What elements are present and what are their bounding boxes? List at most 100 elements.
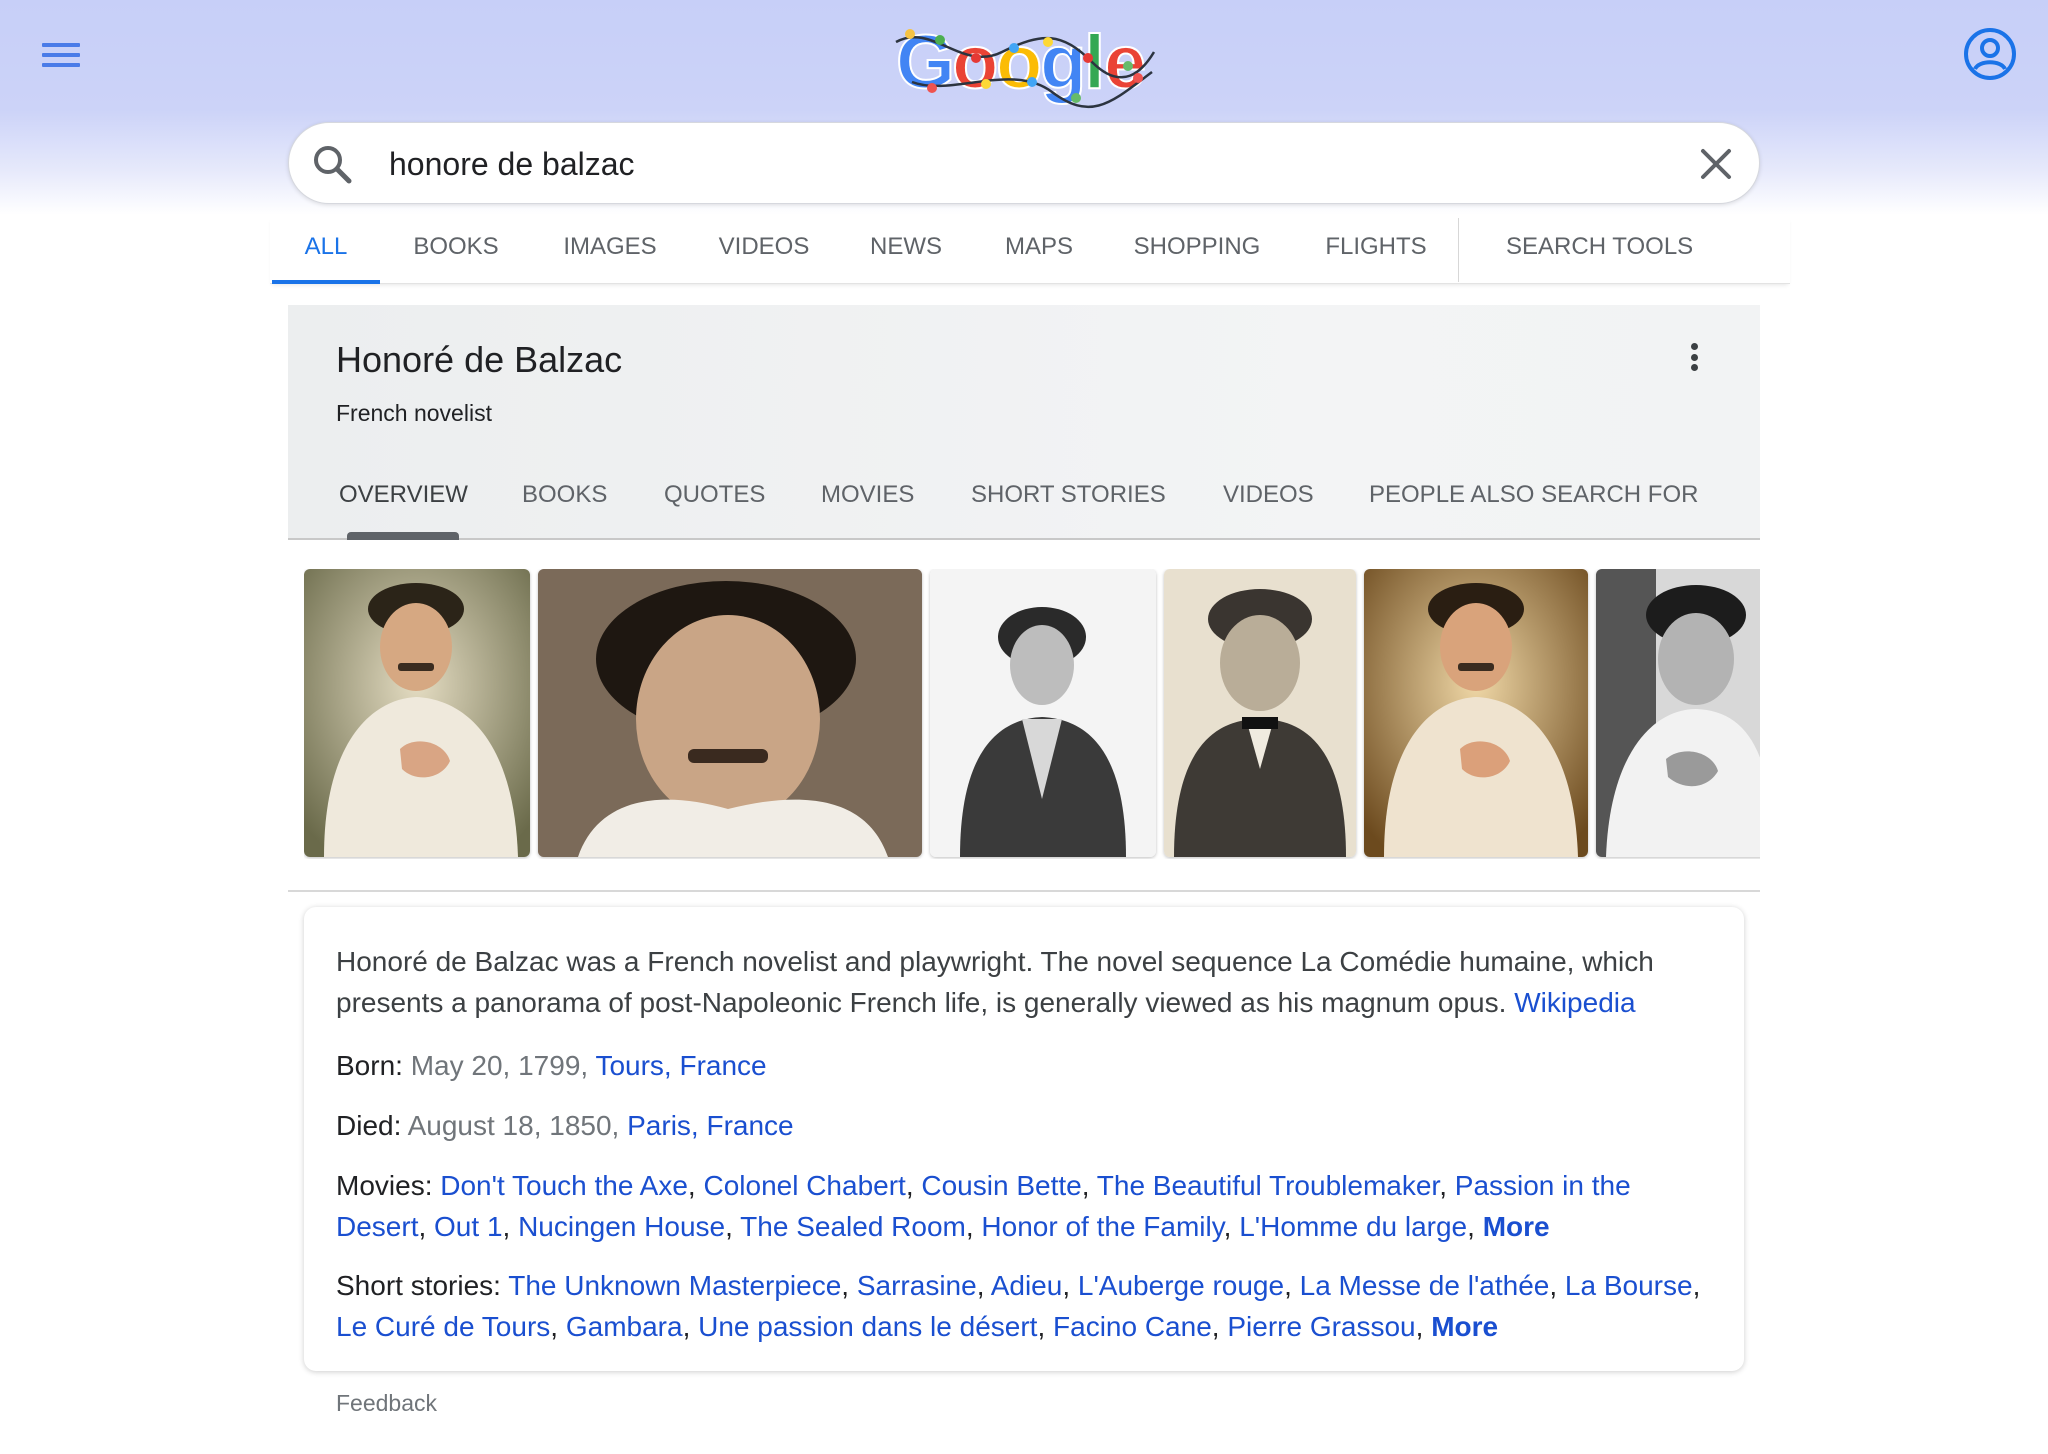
search-icon[interactable] xyxy=(309,141,355,187)
feedback-link[interactable]: Feedback xyxy=(336,1390,437,1417)
portrait-image-4[interactable] xyxy=(1164,569,1356,857)
tab-books[interactable]: BOOKS xyxy=(410,216,502,284)
kp-tab-people-also-search-for[interactable]: PEOPLE ALSO SEARCH FOR xyxy=(1369,481,1698,509)
list-separator: , xyxy=(965,1211,974,1242)
list-separator: , xyxy=(418,1211,427,1242)
died-place-link[interactable]: Paris, France xyxy=(627,1110,794,1141)
short-story-link[interactable]: Le Curé de Tours xyxy=(336,1311,550,1342)
portrait-image-3[interactable] xyxy=(930,569,1156,857)
list-separator: , xyxy=(1062,1270,1071,1301)
list-separator: , xyxy=(905,1170,914,1201)
movie-link[interactable]: Colonel Chabert xyxy=(703,1170,905,1201)
short-stories-list: The Unknown Masterpiece, Sarrasine, Adie… xyxy=(336,1270,1700,1342)
short-story-link[interactable]: Sarrasine xyxy=(857,1270,977,1301)
tab-all[interactable]: ALL xyxy=(272,216,380,284)
kp-tab-movies[interactable]: MOVIES xyxy=(821,481,914,509)
born-label: Born: xyxy=(336,1050,403,1081)
movie-link[interactable]: Cousin Bette xyxy=(921,1170,1081,1201)
portrait-image-1[interactable] xyxy=(304,569,530,857)
section-divider xyxy=(288,890,1760,892)
list-separator: , xyxy=(687,1170,696,1201)
portrait-image-5[interactable] xyxy=(1364,569,1588,857)
list-separator: , xyxy=(725,1211,733,1242)
svg-text:G: G xyxy=(896,20,955,105)
kp-tab-quotes[interactable]: QUOTES xyxy=(664,481,765,509)
tab-videos[interactable]: VIDEOS xyxy=(716,216,812,284)
knowledge-panel-header: Honoré de Balzac French novelist OVERVIE… xyxy=(288,305,1760,540)
tab-images[interactable]: IMAGES xyxy=(560,216,660,284)
short-story-link[interactable]: Adieu xyxy=(991,1270,1063,1301)
movie-link[interactable]: The Beautiful Troublemaker xyxy=(1097,1170,1439,1201)
svg-text:o: o xyxy=(996,20,1042,105)
kp-tab-videos[interactable]: VIDEOS xyxy=(1223,481,1314,509)
more-options-icon[interactable] xyxy=(1682,343,1706,377)
entity-subtitle: French novelist xyxy=(336,400,492,426)
entity-info-card: Honoré de Balzac was a French novelist a… xyxy=(304,907,1744,1371)
account-icon[interactable] xyxy=(1962,26,2018,82)
movies-fact: Movies: Don't Touch the Axe, Colonel Cha… xyxy=(336,1165,1726,1247)
died-label: Died: xyxy=(336,1110,402,1141)
short-stories-fact: Short stories: The Unknown Masterpiece, … xyxy=(336,1265,1726,1347)
portrait-image-6[interactable] xyxy=(1596,569,1760,857)
born-fact: Born: May 20, 1799, Tours, France xyxy=(336,1045,1726,1086)
movie-link[interactable]: L'Homme du large xyxy=(1239,1211,1467,1242)
short-story-link[interactable]: The Unknown Masterpiece xyxy=(508,1270,841,1301)
short-story-link[interactable]: Une passion dans le désert xyxy=(698,1311,1037,1342)
tab-search-tools[interactable]: SEARCH TOOLS xyxy=(1506,216,1693,284)
list-separator: , xyxy=(1549,1270,1558,1301)
list-separator: , xyxy=(1081,1170,1090,1201)
tab-news[interactable]: NEWS xyxy=(866,216,946,284)
list-separator: , xyxy=(976,1270,985,1301)
movie-link[interactable]: Honor of the Family xyxy=(981,1211,1223,1242)
kp-tab-books[interactable]: BOOKS xyxy=(522,481,607,509)
tab-flights[interactable]: FLIGHTS xyxy=(1324,216,1428,284)
movie-link[interactable]: The Sealed Room xyxy=(740,1211,966,1242)
movies-label: Movies: xyxy=(336,1170,433,1201)
short-stories-label: Short stories: xyxy=(336,1270,501,1301)
list-separator: , xyxy=(1223,1211,1232,1242)
list-separator: , xyxy=(841,1270,850,1301)
kp-tab-overview[interactable]: OVERVIEW xyxy=(339,481,468,509)
born-date: May 20, 1799, xyxy=(410,1050,589,1081)
list-separator: , xyxy=(1037,1311,1046,1342)
movie-link[interactable]: Don't Touch the Axe xyxy=(440,1170,688,1201)
movie-more-link[interactable]: More xyxy=(1483,1211,1550,1242)
tab-shopping[interactable]: SHOPPING xyxy=(1132,216,1262,284)
list-separator: , xyxy=(502,1211,511,1242)
kp-tab-short-stories[interactable]: SHORT STORIES xyxy=(971,481,1166,509)
wikipedia-link[interactable]: Wikipedia xyxy=(1514,987,1635,1018)
hamburger-menu-icon[interactable] xyxy=(36,38,84,74)
movie-link[interactable]: Out 1 xyxy=(434,1211,502,1242)
tabs-divider xyxy=(1458,218,1459,282)
image-carousel[interactable] xyxy=(304,569,1760,859)
list-separator: , xyxy=(550,1311,559,1342)
movies-list: Don't Touch the Axe, Colonel Chabert, Co… xyxy=(336,1170,1631,1242)
active-tab-indicator xyxy=(347,532,459,540)
list-separator: , xyxy=(1467,1211,1475,1242)
short-story-more-link[interactable]: More xyxy=(1431,1311,1498,1342)
search-input[interactable] xyxy=(389,139,1629,189)
movie-link[interactable]: Nucingen House xyxy=(518,1211,725,1242)
list-separator: , xyxy=(1211,1311,1220,1342)
list-separator: , xyxy=(1284,1270,1292,1301)
google-doodle-logo[interactable]: G o o g l e xyxy=(892,12,1162,116)
list-separator: , xyxy=(1439,1170,1447,1201)
short-story-link[interactable]: Gambara xyxy=(566,1311,683,1342)
clear-search-icon[interactable] xyxy=(1693,141,1739,187)
portrait-image-2[interactable] xyxy=(538,569,922,857)
short-story-link[interactable]: L'Auberge rouge xyxy=(1078,1270,1284,1301)
short-story-link[interactable]: Facino Cane xyxy=(1053,1311,1212,1342)
short-story-link[interactable]: Pierre Grassou xyxy=(1227,1311,1415,1342)
died-fact: Died: August 18, 1850, Paris, France xyxy=(336,1105,1726,1146)
born-place-link[interactable]: Tours, France xyxy=(595,1050,766,1081)
description-text: Honoré de Balzac was a French novelist a… xyxy=(336,946,1654,1018)
list-separator: , xyxy=(1692,1270,1701,1301)
search-tabs-bar: ALL BOOKS IMAGES VIDEOS NEWS MAPS SHOPPI… xyxy=(270,216,1790,284)
tab-maps[interactable]: MAPS xyxy=(1000,216,1078,284)
list-separator: , xyxy=(1415,1311,1424,1342)
logo-svg: G o o g l e xyxy=(895,19,1156,109)
list-separator: , xyxy=(682,1311,691,1342)
short-story-link[interactable]: La Bourse xyxy=(1565,1270,1693,1301)
died-date: August 18, 1850, xyxy=(407,1110,620,1141)
short-story-link[interactable]: La Messe de l'athée xyxy=(1300,1270,1550,1301)
